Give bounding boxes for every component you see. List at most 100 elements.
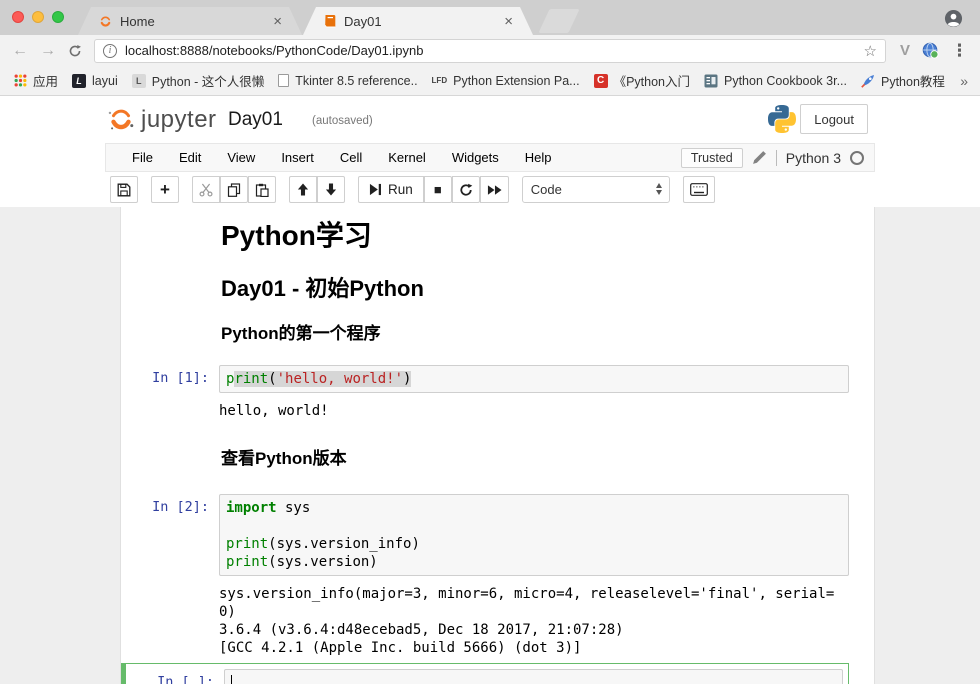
command-palette-button[interactable] xyxy=(683,176,715,203)
menu-help[interactable]: Help xyxy=(512,150,565,165)
menu-kernel[interactable]: Kernel xyxy=(375,150,439,165)
notebook-site: Python学习 Day01 - 初始Python Python的第一个程序 I… xyxy=(0,207,980,684)
insert-cell-button[interactable]: + xyxy=(151,176,179,203)
bookmark-python-blog[interactable]: L Python - 这个人很懒 xyxy=(132,71,265,90)
move-cell-up-button[interactable] xyxy=(289,176,317,203)
close-window-button[interactable] xyxy=(12,11,24,23)
tab-label: Day01 xyxy=(344,14,382,29)
input-prompt: In [2]: xyxy=(121,494,219,515)
save-button[interactable] xyxy=(110,176,138,203)
jupyter-brand-text: jupyter xyxy=(141,106,217,134)
extension-globe-icon[interactable] xyxy=(922,42,939,59)
code-input-empty[interactable] xyxy=(224,669,843,684)
input-prompt: In [ ]: xyxy=(126,669,224,684)
input-prompt: In [1]: xyxy=(121,365,219,386)
menu-file[interactable]: File xyxy=(119,150,166,165)
forward-icon[interactable]: → xyxy=(40,43,56,59)
cookbook-icon xyxy=(704,74,718,88)
apps-grid-icon xyxy=(14,74,27,87)
notebook-container: Python学习 Day01 - 初始Python Python的第一个程序 I… xyxy=(120,207,875,684)
code-input[interactable]: print('hello, world!') xyxy=(219,365,849,393)
zoom-window-button[interactable] xyxy=(52,11,64,23)
markdown-heading-1: Python学习 xyxy=(221,219,849,253)
run-cell-button[interactable]: Run xyxy=(358,176,424,203)
menu-widgets[interactable]: Widgets xyxy=(439,150,512,165)
jupyter-header: jupyter Day01 (autosaved) Logout xyxy=(0,96,980,143)
restart-kernel-button[interactable] xyxy=(452,176,480,203)
kernel-idle-indicator xyxy=(850,151,864,165)
menu-edit[interactable]: Edit xyxy=(166,150,214,165)
notebook-book-icon xyxy=(323,14,337,28)
menu-cell[interactable]: Cell xyxy=(327,150,375,165)
reload-icon[interactable] xyxy=(68,44,82,58)
logout-button[interactable]: Logout xyxy=(800,104,868,134)
output-text: hello, world! xyxy=(219,393,839,420)
red-c-badge-icon: C xyxy=(594,74,608,88)
text-cursor xyxy=(231,675,232,684)
bookmark-python-extension[interactable]: LFD Python Extension Pa... xyxy=(432,74,580,88)
copy-cell-button[interactable] xyxy=(220,176,248,203)
jupyter-planet-icon xyxy=(106,104,136,134)
move-cell-down-button[interactable] xyxy=(317,176,345,203)
page-icon xyxy=(278,74,289,87)
address-bar[interactable]: i localhost:8888/notebooks/PythonCode/Da… xyxy=(94,39,886,63)
chrome-menu-icon[interactable]: ⋮ xyxy=(951,41,968,61)
edit-pencil-icon xyxy=(752,150,767,165)
code-cell-1: In [1]: print('hello, world!') xyxy=(121,365,849,393)
lfd-text-icon: LFD xyxy=(432,76,448,85)
extension-v-icon[interactable]: V xyxy=(900,42,910,59)
menu-view[interactable]: View xyxy=(214,150,268,165)
menubar-divider xyxy=(776,150,777,166)
bookmarks-bar: 应用 L layui L Python - 这个人很懒 Tkinter 8.5 … xyxy=(0,66,980,96)
bookmark-python-intro[interactable]: C 《Python入门 xyxy=(594,71,690,90)
code-cell-2: In [2]: import sys print(sys.version_inf… xyxy=(121,494,849,576)
window-controls xyxy=(12,11,64,23)
bookmark-tkinter[interactable]: Tkinter 8.5 reference.. xyxy=(278,74,417,88)
browser-tab-bar: Home × Day01 × xyxy=(0,0,980,35)
rocket-icon xyxy=(861,74,875,88)
bookmark-layui[interactable]: L layui xyxy=(72,74,118,88)
markdown-heading-3a: Python的第一个程序 xyxy=(221,323,849,345)
code-cell-3-selected[interactable]: In [ ]: xyxy=(121,663,849,684)
bookmark-apps[interactable]: 应用 xyxy=(14,71,58,90)
cell-2-output: sys.version_info(major=3, minor=6, micro… xyxy=(121,576,849,657)
tab-day01[interactable]: Day01 × xyxy=(303,7,533,35)
step-forward-icon xyxy=(369,183,382,196)
restart-run-all-button[interactable] xyxy=(480,176,509,203)
menu-insert[interactable]: Insert xyxy=(268,150,327,165)
paste-cell-button[interactable] xyxy=(248,176,276,203)
page-info-icon[interactable]: i xyxy=(103,44,117,58)
bookmark-cookbook[interactable]: Python Cookbook 3r... xyxy=(704,74,847,88)
fast-forward-icon xyxy=(487,184,502,196)
keyboard-icon xyxy=(690,183,708,196)
python-logo-icon xyxy=(766,103,798,135)
new-tab-button[interactable] xyxy=(538,9,579,33)
minimize-window-button[interactable] xyxy=(32,11,44,23)
layui-badge-icon: L xyxy=(72,74,86,88)
code-input[interactable]: import sys print(sys.version_info) print… xyxy=(219,494,849,576)
kernel-name: Python 3 xyxy=(786,150,841,166)
notebook-menubar: File Edit View Insert Cell Kernel Widget… xyxy=(105,143,875,172)
select-stepper-icon xyxy=(656,183,662,195)
browser-toolbar: ← → i localhost:8888/notebooks/PythonCod… xyxy=(0,35,980,66)
bookmarks-overflow-icon[interactable]: » xyxy=(960,73,968,89)
profile-icon[interactable] xyxy=(944,9,963,28)
tab-home[interactable]: Home × xyxy=(78,7,302,35)
cut-cell-button[interactable] xyxy=(192,176,220,203)
cell-type-select[interactable]: Code xyxy=(522,176,670,203)
jupyter-logo[interactable]: jupyter xyxy=(106,104,217,134)
tab-close-icon[interactable]: × xyxy=(502,14,515,29)
markdown-heading-3b: 查看Python版本 xyxy=(221,448,849,470)
trusted-button[interactable]: Trusted xyxy=(681,148,743,168)
tab-label: Home xyxy=(120,14,155,29)
tab-close-icon[interactable]: × xyxy=(271,14,284,29)
output-text: sys.version_info(major=3, minor=6, micro… xyxy=(219,576,839,657)
interrupt-kernel-button[interactable]: ■ xyxy=(424,176,452,203)
notebook-toolbar: + xyxy=(0,172,980,207)
jupyter-spinner-icon xyxy=(98,14,113,29)
markdown-heading-2: Day01 - 初始Python xyxy=(221,275,849,303)
bookmark-star-icon[interactable]: ☆ xyxy=(864,42,877,60)
back-icon[interactable]: ← xyxy=(12,43,28,59)
notebook-title[interactable]: Day01 xyxy=(228,109,283,131)
bookmark-python-tutorial[interactable]: Python教程 xyxy=(861,71,945,90)
